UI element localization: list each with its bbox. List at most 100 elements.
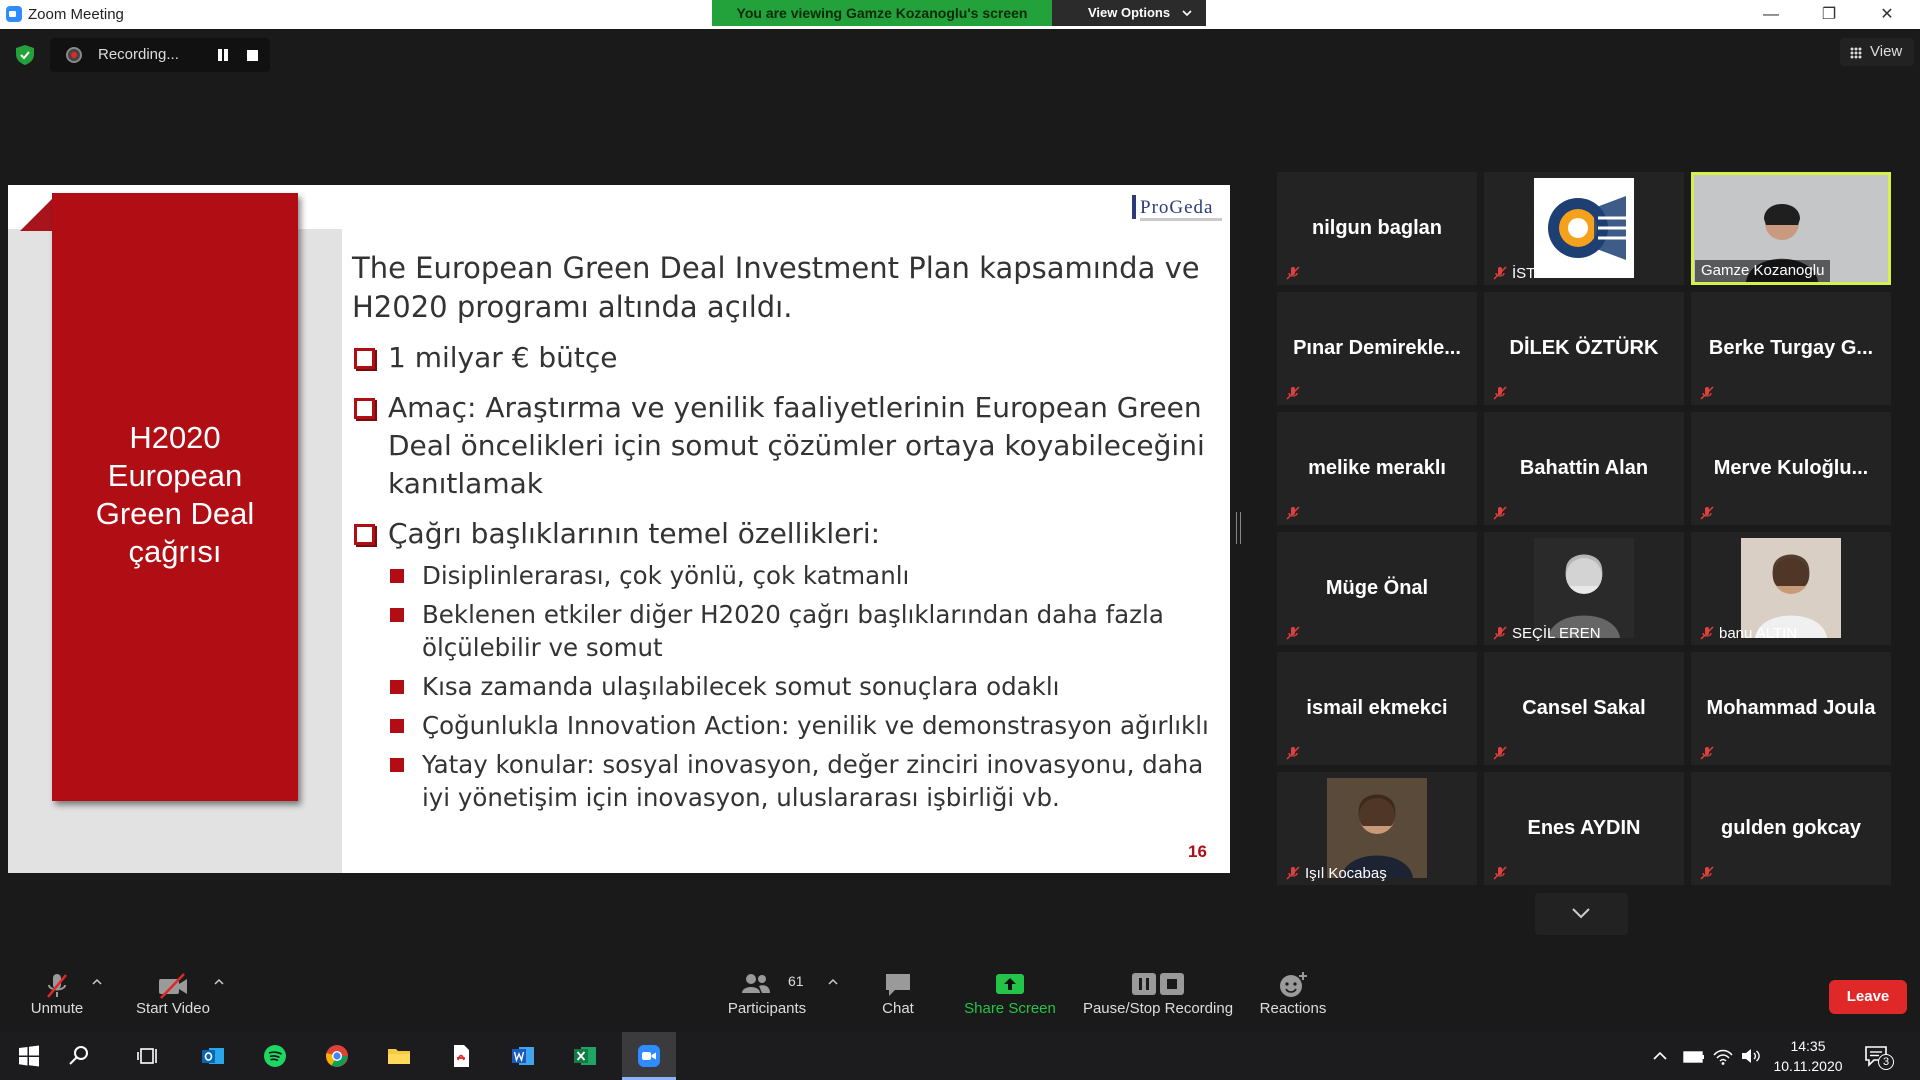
show-hidden-icons-chevron-icon[interactable]: [1652, 1046, 1668, 1066]
muted-mic-icon: [1699, 625, 1715, 641]
participant-tile[interactable]: banu ALTIN: [1691, 532, 1891, 645]
participants-options-caret-icon[interactable]: [828, 977, 838, 987]
participant-name: nilgun baglan: [1312, 217, 1442, 239]
participant-tile[interactable]: Gamze Kozanoglu: [1691, 172, 1891, 285]
share-screen-arrow-icon: [996, 974, 1024, 994]
participant-name: Gamze Kozanoglu: [1695, 260, 1831, 282]
reactions-smiley-icon: [1280, 972, 1307, 997]
muted-mic-icon: [1492, 745, 1508, 761]
stop-recording-icon[interactable]: [247, 50, 258, 61]
participant-tile[interactable]: Mohammad Joula: [1691, 652, 1891, 765]
participants-button[interactable]: 61 Participants: [722, 955, 812, 1025]
participant-tile[interactable]: İSTKA: [1484, 172, 1684, 285]
zoom-icon: [638, 1045, 660, 1067]
taskbar-file-explorer[interactable]: [374, 1032, 424, 1080]
participant-tile[interactable]: Pınar Demirekle...: [1277, 292, 1477, 405]
taskbar-spotify[interactable]: [250, 1032, 300, 1080]
start-video-button[interactable]: Start Video: [132, 955, 214, 1025]
pause-stop-recording-button[interactable]: Pause/Stop Recording: [1080, 955, 1236, 1025]
participant-name: Pınar Demirekle...: [1293, 337, 1461, 359]
clock-date: 10.11.2020: [1773, 1058, 1843, 1074]
panel-resize-handle[interactable]: [1236, 512, 1242, 544]
slide-title-line: çağrısı: [128, 534, 222, 569]
task-view-button[interactable]: [124, 1032, 174, 1080]
participant-tile[interactable]: melike meraklı: [1277, 412, 1477, 525]
participant-tile[interactable]: Işıl Kocabaş: [1277, 772, 1477, 885]
participant-tile[interactable]: gulden gokcay: [1691, 772, 1891, 885]
participant-tile[interactable]: Bahattin Alan: [1484, 412, 1684, 525]
participant-tile[interactable]: ismail ekmekci: [1277, 652, 1477, 765]
participant-tile[interactable]: Berke Turgay G...: [1691, 292, 1891, 405]
hollow-square-bullet-icon: [354, 398, 375, 419]
task-view-icon: [137, 1048, 157, 1064]
encryption-shield-icon[interactable]: [14, 44, 36, 66]
taskbar-clock[interactable]: 14:35 10.11.2020: [1768, 1036, 1848, 1076]
share-screen-label: Share Screen: [964, 1000, 1056, 1017]
chat-button[interactable]: Chat: [868, 955, 928, 1025]
chevron-down-icon: [1182, 10, 1192, 17]
recording-label: Recording...: [98, 46, 179, 63]
wifi-icon[interactable]: [1712, 1046, 1734, 1066]
participant-tile[interactable]: Enes AYDIN: [1484, 772, 1684, 885]
action-center-button[interactable]: 3: [1864, 1044, 1894, 1070]
video-camera-off-icon: [159, 973, 187, 999]
muted-mic-icon: [1492, 265, 1508, 281]
slide-intro-text: The European Green Deal Investment Plan …: [352, 251, 1200, 324]
speaker-volume-icon[interactable]: [1740, 1046, 1762, 1066]
participant-tile[interactable]: Müge Önal: [1277, 532, 1477, 645]
slide-section-title: H2020 European Green Deal çağrısı: [52, 419, 298, 571]
participant-tile[interactable]: DİLEK ÖZTÜRK: [1484, 292, 1684, 405]
outlook-icon: [202, 1048, 224, 1064]
hollow-square-bullet-icon: [354, 524, 375, 545]
unmute-button[interactable]: Unmute: [24, 955, 90, 1025]
slide-sub-bullet: Disiplinlerarası, çok yönlü, çok katmanl…: [386, 559, 1222, 592]
participants-icon: [742, 974, 770, 993]
muted-mic-icon: [1699, 385, 1715, 401]
view-options-button[interactable]: View Options: [1052, 0, 1206, 26]
reactions-button[interactable]: Reactions: [1256, 955, 1330, 1025]
recording-indicator: Recording...: [50, 38, 270, 72]
slide-sub-bullet: Yatay konular: sosyal inovasyon, değer z…: [386, 748, 1222, 814]
pause-recording-icon[interactable]: [216, 48, 230, 62]
muted-mic-icon: [1285, 745, 1301, 761]
view-layout-button[interactable]: View: [1840, 38, 1914, 66]
filled-square-bullet-icon: [390, 758, 404, 772]
leave-meeting-button[interactable]: Leave: [1829, 980, 1907, 1014]
participant-photo: [1741, 538, 1841, 638]
share-screen-button[interactable]: Share Screen: [960, 955, 1060, 1025]
participant-name: banu ALTIN: [1719, 625, 1798, 642]
word-icon: [512, 1047, 534, 1065]
minimize-button[interactable]: —: [1742, 0, 1800, 29]
participant-photo: [1327, 778, 1427, 878]
taskbar-word[interactable]: [498, 1032, 548, 1080]
restore-button[interactable]: ❐: [1800, 0, 1858, 29]
audio-options-caret-icon[interactable]: [92, 977, 102, 987]
participant-tile[interactable]: SEÇİL EREN: [1484, 532, 1684, 645]
slide-title-line: Green Deal: [95, 496, 255, 531]
muted-mic-icon: [1492, 385, 1508, 401]
participant-tile[interactable]: Merve Kuloğlu...: [1691, 412, 1891, 525]
zoom-app-icon: [6, 6, 22, 22]
video-options-caret-icon[interactable]: [214, 977, 224, 987]
muted-mic-icon: [1285, 265, 1301, 281]
windows-logo-icon: [19, 1045, 39, 1067]
windows-taskbar: [0, 1032, 1920, 1080]
taskbar-chrome[interactable]: [312, 1032, 362, 1080]
taskbar-zoom[interactable]: [622, 1032, 676, 1080]
view-options-label: View Options: [1088, 5, 1171, 20]
participant-tile[interactable]: nilgun baglan: [1277, 172, 1477, 285]
taskbar-pdf-reader[interactable]: [436, 1032, 486, 1080]
windows-start-button[interactable]: [4, 1032, 54, 1080]
taskbar-excel[interactable]: [560, 1032, 610, 1080]
close-button[interactable]: ✕: [1858, 0, 1916, 29]
battery-icon[interactable]: [1682, 1046, 1706, 1066]
taskbar-search-button[interactable]: [54, 1032, 104, 1080]
chat-label: Chat: [882, 1000, 914, 1017]
gallery-next-page-button[interactable]: [1535, 893, 1628, 935]
microphone-muted-icon: [47, 974, 67, 998]
filled-square-bullet-icon: [390, 680, 404, 694]
muted-mic-icon: [1285, 385, 1301, 401]
reactions-label: Reactions: [1259, 1000, 1327, 1017]
participant-tile[interactable]: Cansel Sakal: [1484, 652, 1684, 765]
taskbar-outlook[interactable]: [188, 1032, 238, 1080]
